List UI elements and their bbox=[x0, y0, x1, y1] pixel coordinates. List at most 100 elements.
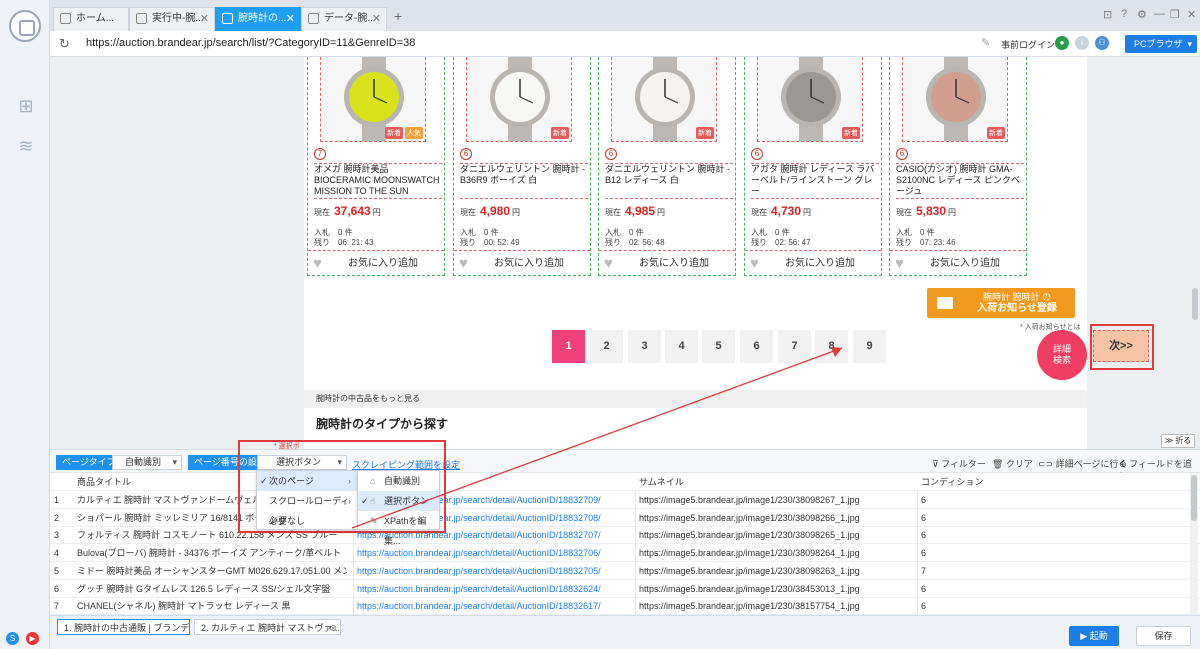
tab-data[interactable]: データ-腕... ✕ bbox=[301, 7, 387, 31]
product-title[interactable]: アガタ 腕時計 レディース ラバーベルト/ラインストーン グレー bbox=[751, 163, 879, 199]
scroll-thumb[interactable] bbox=[1191, 475, 1197, 521]
cell-title[interactable]: グッチ 腕時計 Gタイムレス 126.5 レディース SS/シェル文字盤 bbox=[77, 580, 347, 598]
table-row[interactable]: 5 ミドー 腕時計美品 オーシャンスターGMT M026.629.17.051.… bbox=[50, 562, 1200, 580]
bottom-tab-2[interactable]: 2. カルティエ 腕時計 マストヴァ... ⊗ bbox=[194, 619, 341, 635]
cell-title[interactable]: Bulova(ブローバ) 腕時計 - 34376 ボーイズ アンティーク/革ベル… bbox=[77, 544, 347, 562]
page-7-button[interactable]: 7 bbox=[778, 330, 811, 363]
pc-browser-button[interactable]: PCブラウザ bbox=[1125, 35, 1197, 53]
product-title[interactable]: ダニエルウェリントン 腕時計 - B36R9 ボーイズ 白 bbox=[460, 163, 588, 199]
table-row[interactable]: 2 ショパール 腕時計 ミッレミリア 16/8141 ボーイズ 革 https:… bbox=[50, 509, 1200, 527]
settings-icon[interactable]: ⚙ bbox=[1137, 8, 1147, 21]
page-1-button[interactable]: 1 bbox=[552, 330, 585, 363]
close-icon[interactable]: ✕ bbox=[372, 8, 381, 30]
cell-condition[interactable]: 6 bbox=[921, 580, 926, 598]
product-title[interactable]: オメガ 腕時計美品 BIOCERAMIC MOONSWATCH MISSION … bbox=[314, 163, 442, 199]
page-4-button[interactable]: 4 bbox=[665, 330, 698, 363]
page-9-button[interactable]: 9 bbox=[853, 330, 886, 363]
new-tab-button[interactable]: + bbox=[394, 8, 402, 24]
page-type-select[interactable]: 自動識別 bbox=[112, 455, 182, 470]
menu-item-scroll-loading[interactable]: スクロールローディング › bbox=[257, 491, 357, 526]
add-favorite-button[interactable]: ♥ お気に入り追加 bbox=[308, 250, 444, 275]
table-row[interactable]: 1 カルティエ 腕時計 マストヴァンドームヴェルメイユ https://auct… bbox=[50, 491, 1200, 509]
submenu-edit-xpath[interactable]: ✎ XPathを編集... bbox=[358, 511, 439, 546]
product-title[interactable]: CASIO(カシオ) 腕時計 GMA-S2100NC レディース ピンクベージュ bbox=[896, 163, 1024, 199]
submenu-auto-detect[interactable]: ⌂ 自動識別 bbox=[358, 471, 439, 491]
tab-home[interactable]: ホーム... bbox=[53, 7, 129, 31]
cell-url[interactable]: https://auction.brandear.jp/search/detai… bbox=[357, 597, 632, 615]
page-8-button[interactable]: 8 bbox=[815, 330, 848, 363]
header-condition[interactable]: コンディション bbox=[921, 473, 983, 491]
cell-url[interactable]: https://auction.brandear.jp/search/detai… bbox=[357, 580, 632, 598]
save-button[interactable]: 保存 bbox=[1136, 626, 1191, 646]
go-detail-button[interactable]: ⊂⊃ 詳細ページに行く bbox=[1038, 457, 1127, 470]
cell-condition[interactable]: 6 bbox=[921, 509, 926, 527]
detail-search-button[interactable]: 詳細 検索 bbox=[1037, 330, 1087, 380]
product-image[interactable]: 新着 bbox=[757, 57, 863, 142]
url-input[interactable]: https://auction.brandear.jp/search/list/… bbox=[86, 37, 415, 49]
cell-thumbnail[interactable]: https://image5.brandear.jp/image1/230/38… bbox=[639, 509, 914, 527]
header-title[interactable]: 商品タイトル bbox=[77, 473, 131, 491]
new-task-icon[interactable]: ⊞ bbox=[16, 96, 36, 116]
add-favorite-button[interactable]: ♥ お気に入り追加 bbox=[599, 250, 735, 275]
minimize-button[interactable]: — bbox=[1154, 8, 1165, 20]
product-image[interactable]: 新着 bbox=[611, 57, 717, 142]
reload-icon[interactable]: ↻ bbox=[59, 36, 70, 52]
cell-condition[interactable]: 6 bbox=[921, 526, 926, 544]
cell-title[interactable]: CHANEL(シャネル) 腕時計 マトラッセ レディース 黒 bbox=[77, 597, 347, 615]
help-icon[interactable]: ? bbox=[1121, 8, 1127, 20]
clear-button[interactable]: 🗑 クリア bbox=[992, 457, 1033, 470]
cell-thumbnail[interactable]: https://image5.brandear.jp/image1/230/38… bbox=[639, 491, 914, 509]
cell-url[interactable]: https://auction.brandear.jp/search/detai… bbox=[357, 562, 632, 580]
extension-icon[interactable]: ● bbox=[1055, 36, 1069, 50]
product-card[interactable]: 新着 6 ダニエルウェリントン 腕時計 - B12 レディース 白 現在 4,98… bbox=[598, 57, 736, 276]
cell-condition[interactable]: 6 bbox=[921, 597, 926, 615]
fold-button[interactable]: ≫ 折る bbox=[1161, 434, 1195, 448]
page-5-button[interactable]: 5 bbox=[702, 330, 735, 363]
cell-thumbnail[interactable]: https://image5.brandear.jp/image1/230/38… bbox=[639, 562, 914, 580]
youtube-icon[interactable]: ▶ bbox=[26, 632, 39, 645]
cell-thumbnail[interactable]: https://image5.brandear.jp/image1/230/38… bbox=[639, 544, 914, 562]
product-image[interactable]: 新着 人気 bbox=[320, 57, 426, 142]
filter-button[interactable]: ⊽ フィルター bbox=[932, 457, 986, 470]
edit-icon[interactable]: ✎ bbox=[981, 36, 990, 49]
product-image[interactable]: 新着 bbox=[902, 57, 1008, 142]
page-3-button[interactable]: 3 bbox=[628, 330, 661, 363]
cell-title[interactable]: ミドー 腕時計美品 オーシャンスターGMT M026.629.17.051.00… bbox=[77, 562, 347, 580]
header-thumbnail[interactable]: サムネイル bbox=[639, 473, 684, 491]
close-icon[interactable]: ⊗ bbox=[329, 620, 337, 634]
gift-icon[interactable]: ⊡ bbox=[1103, 8, 1112, 21]
product-card[interactable]: 新着 6 CASIO(カシオ) 腕時計 GMA-S2100NC レディース ピン… bbox=[889, 57, 1027, 276]
info-icon[interactable]: i bbox=[1075, 36, 1089, 50]
menu-item-not-needed[interactable]: 必要なし bbox=[257, 511, 357, 531]
table-row[interactable]: 4 Bulova(ブローバ) 腕時計 - 34376 ボーイズ アンティーク/革… bbox=[50, 544, 1200, 563]
product-card[interactable]: 新着 6 ダニエルウェリントン 腕時計 - B36R9 ボーイズ 白 現在 4,9… bbox=[453, 57, 591, 276]
pre-login-link[interactable]: 事前ログイン bbox=[1001, 38, 1055, 51]
page-6-button[interactable]: 6 bbox=[740, 330, 773, 363]
close-icon[interactable]: ✕ bbox=[200, 8, 209, 30]
layers-icon[interactable]: ≋ bbox=[16, 136, 36, 156]
cell-thumbnail[interactable]: https://image5.brandear.jp/image1/230/38… bbox=[639, 597, 914, 615]
notify-note-link[interactable]: * 入荷お知らせとは bbox=[1020, 322, 1081, 332]
submenu-select-button[interactable]: ✓ ☝ 選択ボタン bbox=[358, 491, 439, 511]
menu-item-next-page[interactable]: ✓ 次のページ › bbox=[257, 471, 357, 491]
tab-running[interactable]: 実行中-腕... ✕ bbox=[129, 7, 215, 31]
product-title[interactable]: ダニエルウェリントン 腕時計 - B12 レディース 白 bbox=[605, 163, 733, 199]
product-card[interactable]: 新着 6 アガタ 腕時計 レディース ラバーベルト/ラインストーン グレー 現在… bbox=[744, 57, 882, 276]
close-icon[interactable]: ✕ bbox=[286, 8, 295, 30]
tab-watch-active[interactable]: 腕時計の... ✕ bbox=[215, 7, 301, 31]
page-scrollbar[interactable] bbox=[1192, 288, 1198, 320]
product-image[interactable]: 新着 bbox=[466, 57, 572, 142]
bottom-tab-1[interactable]: 1. 腕時計の中古通販 | ブランディ... bbox=[57, 619, 190, 635]
add-favorite-button[interactable]: ♥ お気に入り追加 bbox=[454, 250, 590, 275]
skype-icon[interactable]: S bbox=[6, 632, 19, 645]
table-scrollbar[interactable] bbox=[1190, 473, 1198, 615]
close-window-button[interactable]: ✕ bbox=[1187, 8, 1196, 21]
table-row[interactable]: 3 フォルティス 腕時計 コスモノート 610.22.158 メンズ SS ブル… bbox=[50, 526, 1200, 545]
more-items-link[interactable]: 腕時計の中古品をもっと見る bbox=[304, 390, 1087, 408]
add-favorite-button[interactable]: ♥ お気に入り追加 bbox=[890, 250, 1026, 275]
cell-thumbnail[interactable]: https://image5.brandear.jp/image1/230/38… bbox=[639, 580, 914, 598]
table-row[interactable]: 6 グッチ 腕時計 Gタイムレス 126.5 レディース SS/シェル文字盤 h… bbox=[50, 580, 1200, 598]
arrival-notice-button[interactable]: 腕時計 腕時計 の 入荷お知らせ登録 bbox=[927, 288, 1075, 318]
page-2-button[interactable]: 2 bbox=[590, 330, 623, 363]
add-favorite-button[interactable]: ♥ お気に入り追加 bbox=[745, 250, 881, 275]
